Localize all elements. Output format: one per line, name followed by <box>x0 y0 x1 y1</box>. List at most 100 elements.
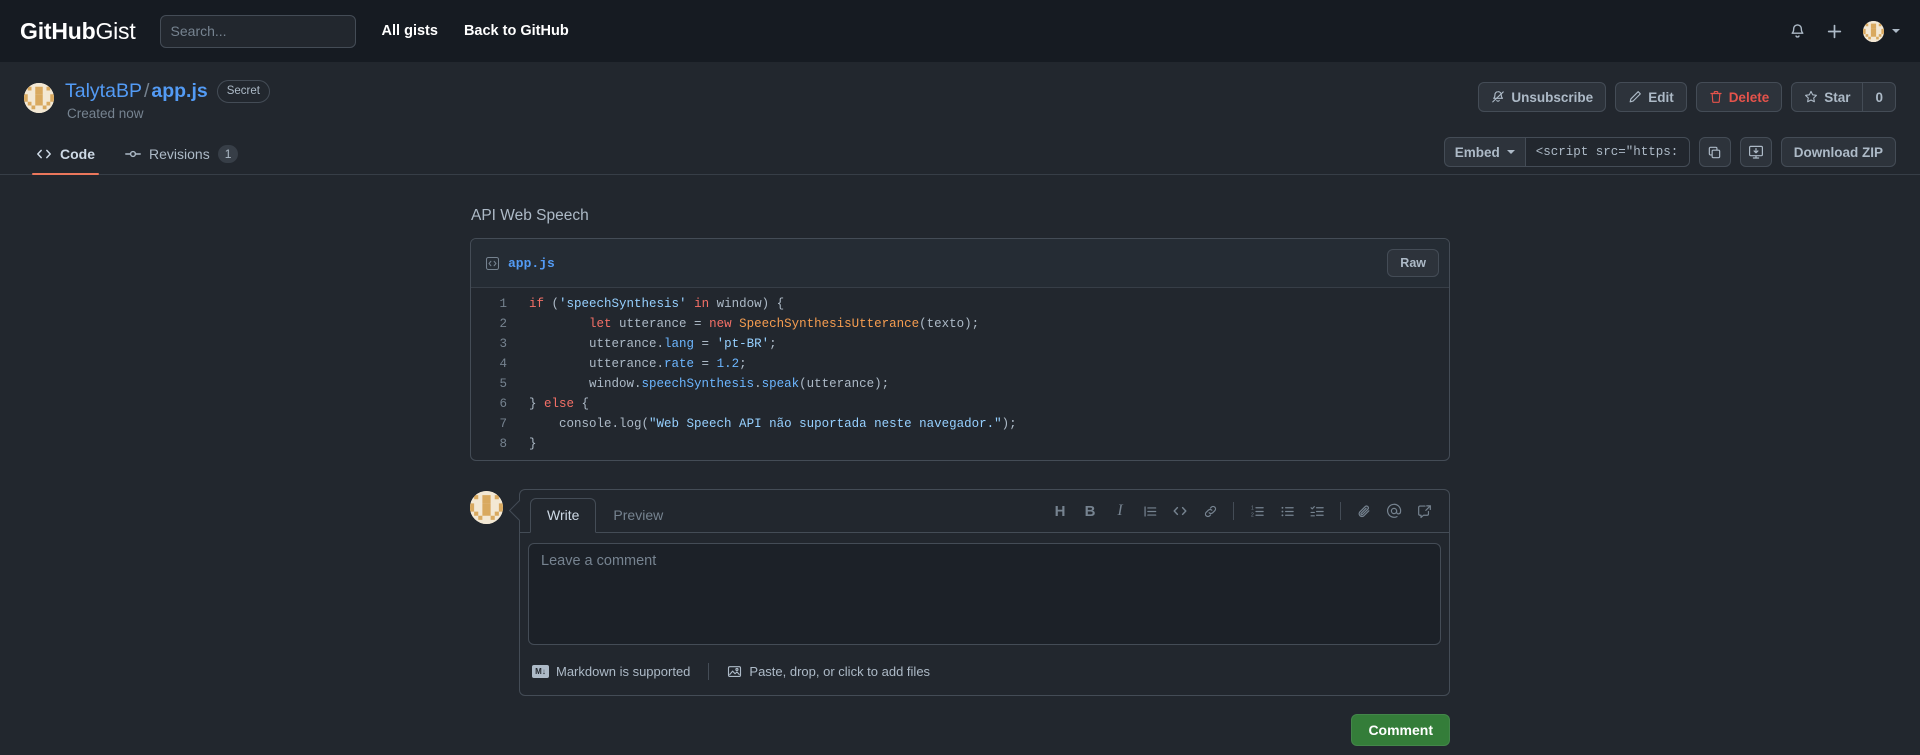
code-line-number: 5 <box>499 377 507 391</box>
open-with-desktop-icon[interactable] <box>1739 137 1772 167</box>
copy-icon[interactable] <box>1698 137 1731 167</box>
create-new-icon[interactable] <box>1826 23 1843 40</box>
code-line-content[interactable]: utterance.rate = 1.2; <box>519 354 1449 374</box>
code-line-content[interactable]: utterance.lang = 'pt-BR'; <box>519 334 1449 354</box>
search-input[interactable] <box>160 15 355 47</box>
edit-label: Edit <box>1648 89 1674 105</box>
search-box[interactable] <box>159 14 356 48</box>
code-icon[interactable] <box>1165 498 1195 524</box>
markdown-toolbar: H B I 1 2 <box>1045 498 1439 532</box>
code-line-content[interactable]: console.log("Web Speech API não suportad… <box>519 414 1449 434</box>
comment-form-area: Write Preview H B I 1 2 Leave a comment … <box>470 489 1450 696</box>
gist-file-name[interactable]: app.js <box>485 256 555 271</box>
gist-file-header: app.js Raw <box>471 239 1449 288</box>
unsubscribe-button[interactable]: Unsubscribe <box>1478 82 1607 112</box>
comment-body <box>520 533 1449 658</box>
gist-file-box: app.js Raw 1 if ('speechSynthesis' in win… <box>470 238 1450 461</box>
raw-button[interactable]: Raw <box>1387 249 1439 277</box>
gist-owner-avatar[interactable] <box>24 83 54 113</box>
gist-title-block: TalytaBP / app.js Secret Created now <box>65 80 270 121</box>
code-line-number: 7 <box>499 417 507 431</box>
code-line-number: 3 <box>499 337 507 351</box>
comment-submit-row: Comment <box>470 708 1450 746</box>
brand-gist: Gist <box>95 17 136 44</box>
user-avatar[interactable] <box>1863 20 1884 42</box>
pencil-icon <box>1628 90 1642 104</box>
gist-action-buttons: Unsubscribe Edit Delete Star 0 <box>1478 80 1896 112</box>
site-logo[interactable]: GitHubGist <box>20 18 136 45</box>
code-line-content[interactable]: } <box>519 434 1449 460</box>
tab-list: Code Revisions 1 <box>24 137 250 175</box>
code-line-number: 8 <box>499 437 507 451</box>
star-icon <box>1804 90 1818 104</box>
comment-textarea[interactable] <box>528 543 1441 645</box>
code-line-content[interactable]: window.speechSynthesis.speak(utterance); <box>519 374 1449 394</box>
notifications-bell-icon[interactable] <box>1789 23 1806 40</box>
footer-separator <box>708 663 710 680</box>
code-line: 1 if ('speechSynthesis' in window) { <box>471 288 1449 314</box>
code-line: 7 console.log("Web Speech API não suport… <box>471 414 1449 434</box>
ordered-list-icon[interactable]: 1 2 <box>1242 498 1272 524</box>
code-line-number: 4 <box>499 357 507 371</box>
quote-icon[interactable] <box>1135 498 1165 524</box>
download-zip-label: Download ZIP <box>1793 144 1883 160</box>
tab-write[interactable]: Write <box>530 498 597 533</box>
svg-text:2: 2 <box>1250 512 1253 518</box>
embed-url-input[interactable] <box>1524 137 1690 167</box>
all-gists-link[interactable]: All gists <box>382 23 438 39</box>
mention-icon[interactable] <box>1379 498 1409 524</box>
code-line: 8} <box>471 434 1449 460</box>
gist-content: API Web Speech app.js Raw 1 if ('speechSy… <box>470 175 1450 746</box>
git-commit-icon <box>125 146 141 162</box>
back-to-github-link[interactable]: Back to GitHub <box>464 23 569 39</box>
code-line-content[interactable]: let utterance = new SpeechSynthesisUtter… <box>519 314 1449 334</box>
task-list-icon[interactable] <box>1302 498 1332 524</box>
delete-button[interactable]: Delete <box>1695 82 1783 112</box>
code-line-content[interactable]: } else { <box>519 394 1449 414</box>
star-count: 0 <box>1875 89 1883 105</box>
chevron-down-icon[interactable] <box>1892 29 1900 33</box>
tab-revisions-label: Revisions <box>149 146 210 162</box>
gist-owner-link[interactable]: TalytaBP <box>65 80 142 102</box>
code-block: 1 if ('speechSynthesis' in window) {2 let… <box>471 288 1449 460</box>
star-count-button[interactable]: 0 <box>1862 82 1896 112</box>
comment-footer: M↓ Markdown is supported Paste, drop, or… <box>520 658 1449 695</box>
code-line-content[interactable]: if ('speechSynthesis' in window) { <box>519 288 1449 314</box>
code-line: 3 utterance.lang = 'pt-BR'; <box>471 334 1449 354</box>
gist-filename-link[interactable]: app.js <box>151 80 207 102</box>
italic-icon[interactable]: I <box>1105 498 1135 524</box>
embed-select[interactable]: Embed <box>1443 137 1525 167</box>
embed-bar: Embed Download ZIP <box>1443 137 1896 174</box>
toolbar-separator <box>1233 502 1234 520</box>
code-file-icon <box>485 256 500 271</box>
star-button[interactable]: Star <box>1791 82 1864 112</box>
attach-file-icon[interactable] <box>1349 498 1379 524</box>
edit-button[interactable]: Edit <box>1615 82 1687 112</box>
code-line: 4 utterance.rate = 1.2; <box>471 354 1449 374</box>
header-right-actions <box>1789 20 1900 42</box>
unordered-list-icon[interactable] <box>1272 498 1302 524</box>
code-line-number: 1 <box>499 297 507 311</box>
visibility-badge: Secret <box>216 80 270 103</box>
heading-icon[interactable]: H <box>1045 498 1075 524</box>
bold-icon[interactable]: B <box>1075 498 1105 524</box>
comment-submit-button[interactable]: Comment <box>1351 714 1450 746</box>
tab-code[interactable]: Code <box>24 137 107 175</box>
tab-revisions[interactable]: Revisions 1 <box>113 137 250 174</box>
attach-files-button[interactable]: Paste, drop, or click to add files <box>727 662 930 681</box>
comment-author-avatar[interactable] <box>470 491 503 524</box>
code-icon <box>36 146 52 162</box>
code-lines: 1 if ('speechSynthesis' in window) {2 let… <box>471 288 1449 460</box>
markdown-supported-link[interactable]: M↓ Markdown is supported <box>532 662 690 681</box>
tab-revisions-count: 1 <box>217 145 239 163</box>
link-icon[interactable] <box>1195 498 1225 524</box>
tab-preview[interactable]: Preview <box>596 498 680 533</box>
attach-files-label: Paste, drop, or click to add files <box>749 664 931 679</box>
header-nav: All gists Back to GitHub <box>382 23 569 39</box>
saved-replies-icon[interactable] <box>1409 498 1439 524</box>
brand-github: GitHub <box>20 17 96 44</box>
download-zip-button[interactable]: Download ZIP <box>1780 137 1896 167</box>
trash-icon <box>1709 90 1723 104</box>
code-line: 6} else { <box>471 394 1449 414</box>
code-line: 5 window.speechSynthesis.speak(utterance… <box>471 374 1449 394</box>
